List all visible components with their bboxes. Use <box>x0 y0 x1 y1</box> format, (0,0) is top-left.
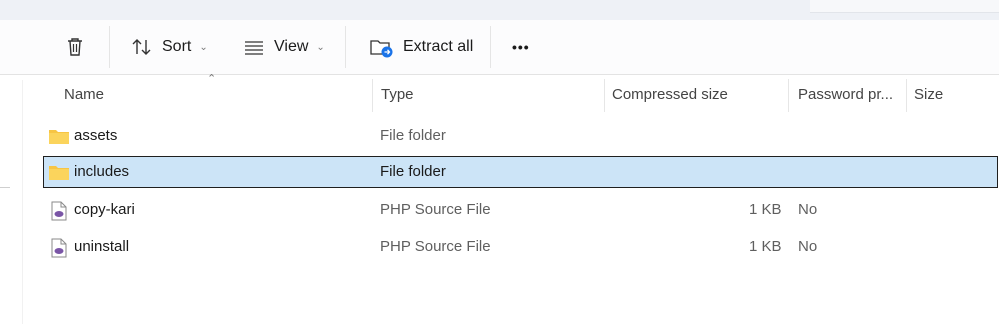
file-type: PHP Source File <box>380 201 491 218</box>
column-header-name[interactable]: Name <box>64 76 104 114</box>
chevron-down-icon: ⌄ <box>316 41 325 53</box>
nav-pane-marker <box>0 187 10 188</box>
file-name: copy-kari <box>74 201 135 218</box>
file-compressed-size: 1 KB <box>749 201 782 218</box>
file-type: PHP Source File <box>380 238 491 255</box>
column-divider[interactable] <box>604 79 605 112</box>
toolbar-separator <box>490 26 491 68</box>
extract-all-label: Extract all <box>403 38 474 55</box>
file-row-uninstall[interactable]: uninstall PHP Source File 1 KB No <box>43 231 998 263</box>
sort-label: Sort <box>162 38 192 55</box>
file-type: File folder <box>380 163 446 180</box>
column-header-password[interactable]: Password pr... <box>798 76 893 114</box>
php-file-icon <box>51 238 67 258</box>
command-bar: Sort ⌄ View ⌄ Extract all ••• <box>0 20 999 75</box>
file-name: includes <box>74 163 130 180</box>
file-type: File folder <box>380 127 446 144</box>
sort-button[interactable]: Sort ⌄ <box>130 20 208 74</box>
file-compressed-size: 1 KB <box>749 238 782 255</box>
column-header-compressed-size[interactable]: Compressed size <box>612 76 728 114</box>
extract-folder-icon <box>370 40 393 58</box>
folder-icon <box>49 166 69 180</box>
folder-icon <box>49 130 69 144</box>
view-button[interactable]: View ⌄ <box>242 20 325 74</box>
toolbar-separator <box>109 26 110 68</box>
column-header-type[interactable]: Type <box>381 76 414 114</box>
file-row-copy-kari[interactable]: copy-kari PHP Source File 1 KB No <box>43 194 998 226</box>
column-divider[interactable] <box>788 79 789 112</box>
file-password: No <box>798 201 818 218</box>
more-icon: ••• <box>512 39 530 55</box>
view-list-icon <box>245 41 263 55</box>
delete-button[interactable] <box>64 20 86 74</box>
trash-icon <box>68 38 82 56</box>
sort-icon <box>132 39 151 55</box>
file-row-assets[interactable]: assets File folder <box>43 120 998 152</box>
extract-all-button[interactable]: Extract all <box>369 20 473 74</box>
file-name: assets <box>74 127 118 144</box>
file-password: No <box>798 238 818 255</box>
php-file-icon <box>51 201 67 221</box>
toolbar-separator <box>345 26 346 68</box>
file-name: uninstall <box>74 238 130 255</box>
more-options-button[interactable]: ••• <box>512 20 530 74</box>
view-label: View <box>274 38 309 55</box>
tab-area <box>810 0 999 13</box>
chevron-down-icon: ⌄ <box>199 41 208 53</box>
nav-pane-divider <box>22 80 23 324</box>
file-row-includes[interactable]: includes File folder <box>43 156 998 188</box>
column-header-size[interactable]: Size <box>914 76 943 114</box>
column-header-row: Name Type Compressed size Password pr...… <box>0 76 999 114</box>
column-divider[interactable] <box>906 79 907 112</box>
window-top-strip <box>0 0 999 20</box>
column-divider[interactable] <box>372 79 373 112</box>
